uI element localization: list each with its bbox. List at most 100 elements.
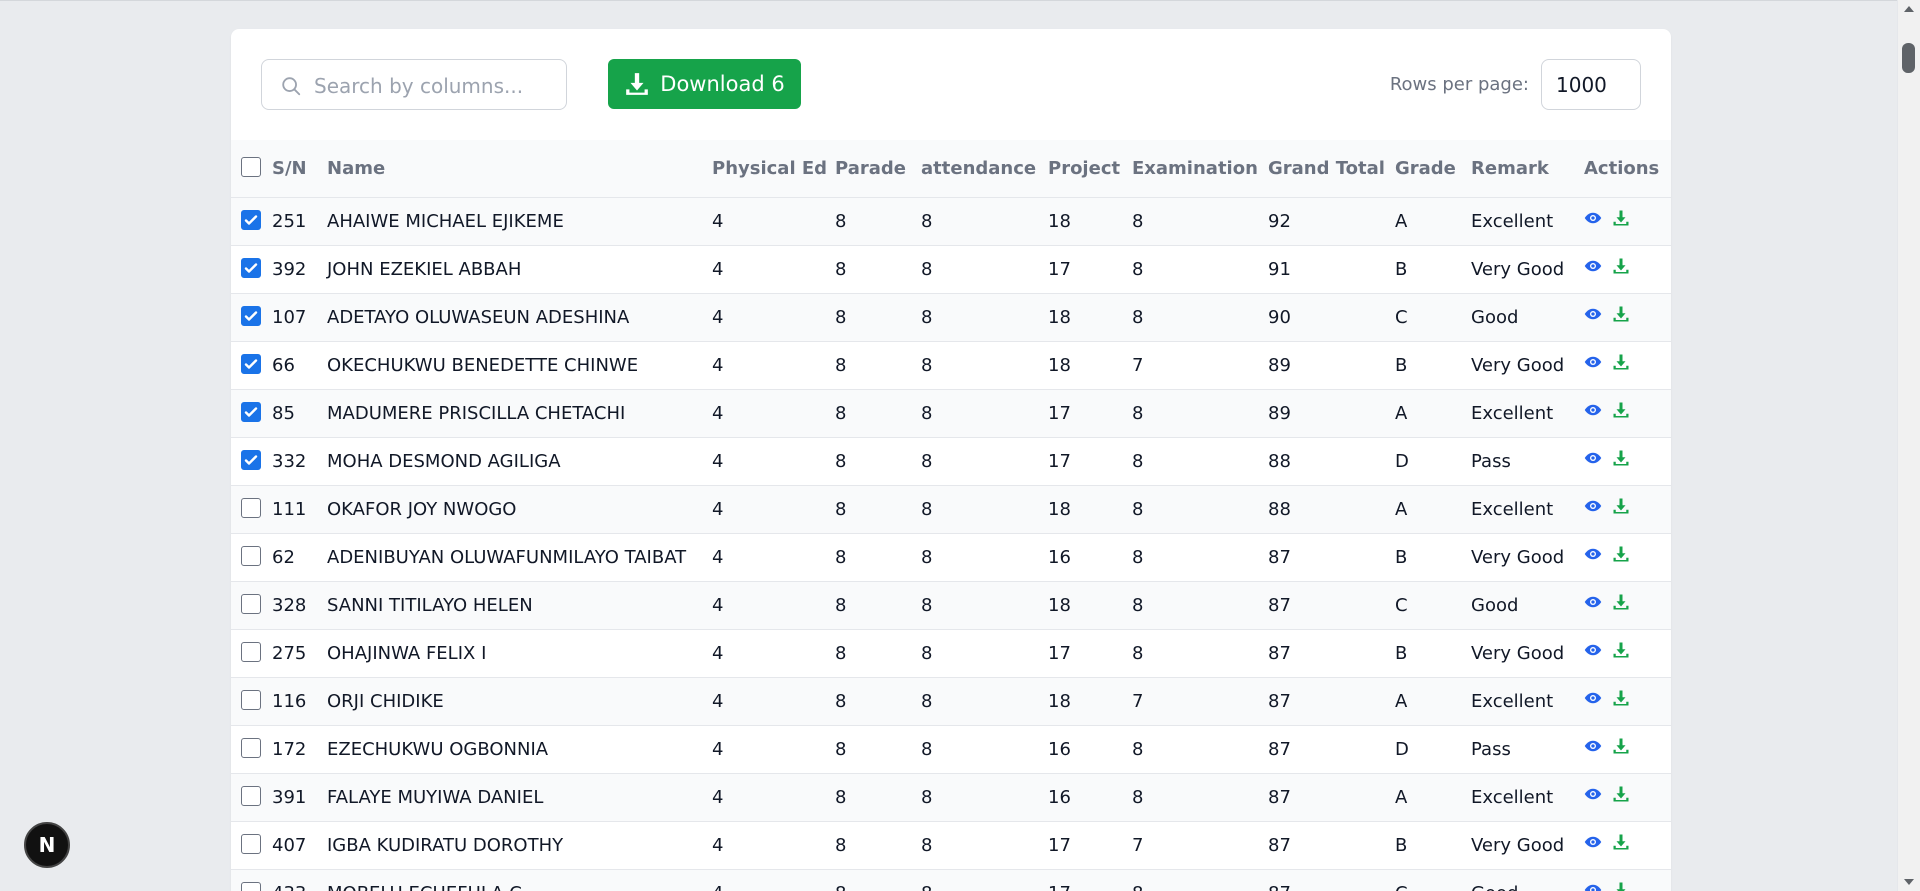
column-header-project[interactable]: Project <box>1047 140 1131 197</box>
table-row[interactable]: 275 OHAJINWA FELIX I 4 8 8 17 8 87 B Very Good <box>231 629 1671 677</box>
column-header-parade[interactable]: Parade <box>834 140 920 197</box>
view-eye-icon[interactable] <box>1584 785 1602 803</box>
cell-grade: D <box>1395 450 1409 472</box>
cell-physical-ed: 4 <box>712 354 724 376</box>
cell-grade: B <box>1395 834 1408 856</box>
column-header-name[interactable]: Name <box>326 140 711 197</box>
table-row[interactable]: 391 FALAYE MUYIWA DANIEL 4 8 8 16 8 87 A Excellen… <box>231 773 1671 821</box>
cell-name: OKAFOR JOY NWOGO <box>327 498 517 520</box>
table-row[interactable]: 116 ORJI CHIDIKE 4 8 8 18 7 87 A Excellent <box>231 677 1671 725</box>
scrollbar-thumb[interactable] <box>1902 43 1915 73</box>
download-row-icon[interactable] <box>1612 641 1630 659</box>
view-eye-icon[interactable] <box>1584 449 1602 467</box>
download-row-icon[interactable] <box>1612 593 1630 611</box>
row-checkbox[interactable] <box>241 353 261 374</box>
table-row[interactable]: 251 AHAIWE MICHAEL EJIKEME 4 8 8 18 8 92 A Excell… <box>231 197 1671 245</box>
row-checkbox[interactable] <box>241 545 261 566</box>
cell-examination: 8 <box>1132 402 1144 424</box>
scroll-down-arrow-icon[interactable] <box>1904 879 1914 885</box>
cell-grand-total: 91 <box>1268 258 1291 280</box>
download-row-icon[interactable] <box>1612 353 1630 371</box>
select-all-checkbox[interactable] <box>241 156 261 177</box>
cell-physical-ed: 4 <box>712 210 724 232</box>
table-row[interactable]: 328 SANNI TITILAYO HELEN 4 8 8 18 8 87 C Good <box>231 581 1671 629</box>
cell-sn: 328 <box>272 594 307 616</box>
cell-examination: 8 <box>1132 498 1144 520</box>
table-row[interactable]: 332 MOHA DESMOND AGILIGA 4 8 8 17 8 88 D Pass <box>231 437 1671 485</box>
row-checkbox[interactable] <box>241 785 261 806</box>
cell-project: 17 <box>1048 642 1071 664</box>
row-checkbox[interactable] <box>241 641 261 662</box>
download-row-icon[interactable] <box>1612 833 1630 851</box>
cell-sn: 85 <box>272 402 295 424</box>
table-row[interactable]: 433MOBELU ECHEFULA C48817887CGood <box>231 869 1671 891</box>
row-checkbox[interactable] <box>241 689 261 710</box>
download-row-icon[interactable] <box>1612 449 1630 467</box>
column-header-physical-ed[interactable]: Physical Ed <box>711 140 834 197</box>
row-checkbox[interactable] <box>241 881 261 891</box>
cell-select <box>231 293 271 341</box>
row-checkbox[interactable] <box>241 305 261 326</box>
download-row-icon[interactable] <box>1612 881 1630 891</box>
download-row-icon[interactable] <box>1612 689 1630 707</box>
table-row[interactable]: 62 ADENIBUYAN OLUWAFUNMILAYO TAIBAT 4 8 8 16 8… <box>231 533 1671 581</box>
cell-remark: Very Good <box>1471 546 1565 568</box>
row-checkbox[interactable] <box>241 257 261 278</box>
download-row-icon[interactable] <box>1612 497 1630 515</box>
row-checkbox[interactable] <box>241 833 261 854</box>
table-row[interactable]: 107 ADETAYO OLUWASEUN ADESHINA 4 8 8 18 8 90 C Go… <box>231 293 1671 341</box>
row-checkbox[interactable] <box>241 401 261 422</box>
row-checkbox[interactable] <box>241 737 261 758</box>
download-row-icon[interactable] <box>1612 305 1630 323</box>
cell-physical-ed: 4 <box>712 306 724 328</box>
cell-parade: 8 <box>835 258 847 280</box>
view-eye-icon[interactable] <box>1584 641 1602 659</box>
cell-grand-total: 88 <box>1268 450 1291 472</box>
download-row-icon[interactable] <box>1612 401 1630 419</box>
column-header-sn[interactable]: S/N <box>271 140 326 197</box>
view-eye-icon[interactable] <box>1584 689 1602 707</box>
view-eye-icon[interactable] <box>1584 881 1602 891</box>
scroll-up-arrow-icon[interactable] <box>1904 6 1914 12</box>
download-selected-button[interactable]: Download 6 <box>608 59 801 109</box>
column-header-attendance[interactable]: attendance <box>920 140 1047 197</box>
cell-remark: Excellent <box>1471 498 1554 520</box>
view-eye-icon[interactable] <box>1584 497 1602 515</box>
download-row-icon[interactable] <box>1612 209 1630 227</box>
table-row[interactable]: 392 JOHN EZEKIEL ABBAH 4 8 8 17 8 91 B Very Good <box>231 245 1671 293</box>
table-row[interactable]: 407 IGBA KUDIRATU DOROTHY 4 8 8 17 7 87 B Very Go… <box>231 821 1671 869</box>
search-box[interactable] <box>261 59 567 111</box>
view-eye-icon[interactable] <box>1584 545 1602 563</box>
dev-tools-badge[interactable]: N <box>24 822 70 868</box>
table-row[interactable]: 172 EZECHUKWU OGBONNIA 4 8 8 16 8 87 D Pass <box>231 725 1671 773</box>
download-row-icon[interactable] <box>1612 785 1630 803</box>
scrollbar[interactable] <box>1897 0 1920 891</box>
view-eye-icon[interactable] <box>1584 305 1602 323</box>
column-header-grand-total[interactable]: Grand Total <box>1267 140 1394 197</box>
cell-project: 17 <box>1048 450 1071 472</box>
download-row-icon[interactable] <box>1612 545 1630 563</box>
view-eye-icon[interactable] <box>1584 257 1602 275</box>
download-row-icon[interactable] <box>1612 737 1630 755</box>
column-header-examination[interactable]: Examination <box>1131 140 1267 197</box>
search-input[interactable] <box>312 60 556 111</box>
view-eye-icon[interactable] <box>1584 209 1602 227</box>
rows-per-page-input[interactable]: 1000 <box>1541 59 1641 110</box>
cell-grand-total: 87 <box>1268 834 1291 856</box>
download-row-icon[interactable] <box>1612 257 1630 275</box>
table-row[interactable]: 111 OKAFOR JOY NWOGO 4 8 8 18 8 88 A Excellent <box>231 485 1671 533</box>
table-row[interactable]: 66 OKECHUKWU BENEDETTE CHINWE 4 8 8 18 7 89 B Ver… <box>231 341 1671 389</box>
view-eye-icon[interactable] <box>1584 401 1602 419</box>
view-eye-icon[interactable] <box>1584 353 1602 371</box>
view-eye-icon[interactable] <box>1584 593 1602 611</box>
checkmark-icon <box>244 310 258 321</box>
column-header-remark[interactable]: Remark <box>1470 140 1583 197</box>
row-checkbox[interactable] <box>241 593 261 614</box>
column-header-grade[interactable]: Grade <box>1394 140 1470 197</box>
view-eye-icon[interactable] <box>1584 737 1602 755</box>
view-eye-icon[interactable] <box>1584 833 1602 851</box>
row-checkbox[interactable] <box>241 449 261 470</box>
row-checkbox[interactable] <box>241 497 261 518</box>
table-row[interactable]: 85 MADUMERE PRISCILLA CHETACHI 4 8 8 17 8 89 A Ex… <box>231 389 1671 437</box>
row-checkbox[interactable] <box>241 209 261 230</box>
